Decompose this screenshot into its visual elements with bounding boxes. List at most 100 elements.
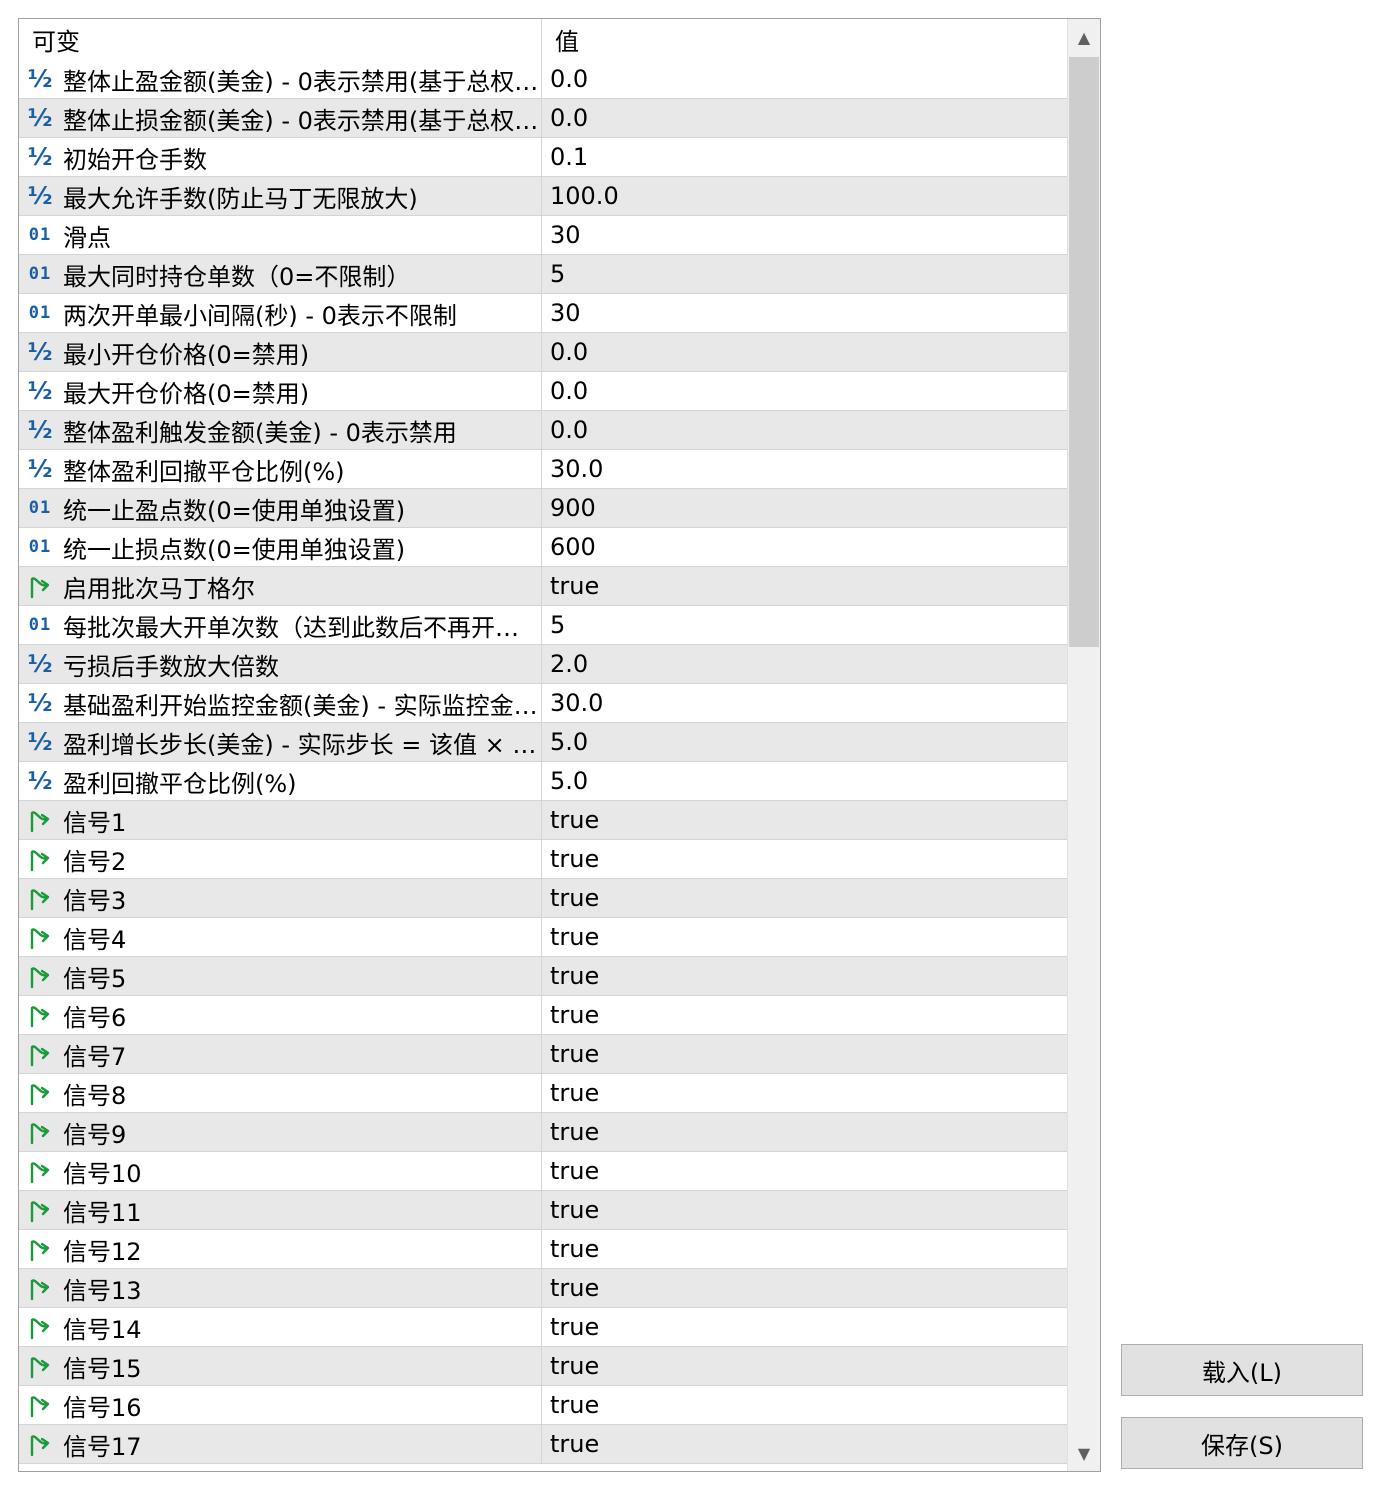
table-row[interactable]: ½ 整体止盈金额(美金) - 0表示禁用(基于总权… 0.0 [19,60,1068,99]
table-row[interactable]: 信号9 true [19,1113,1068,1152]
table-row[interactable]: 信号6 true [19,996,1068,1035]
value-cell[interactable]: true [542,1113,1068,1151]
value-cell[interactable]: 0.0 [542,411,1068,449]
variable-name: 信号1 [63,808,127,837]
table-row[interactable]: 信号2 true [19,840,1068,879]
load-button[interactable]: 载入(L) [1121,1344,1363,1396]
value-cell[interactable]: 600 [542,528,1068,566]
value-cell[interactable]: 0.0 [542,60,1068,98]
table-row[interactable]: 信号15 true [19,1347,1068,1386]
integer-type-icon: 01 [28,498,52,518]
table-row[interactable]: 01 每批次最大开单次数（达到此数后不再开… 5 [19,606,1068,645]
value-cell[interactable]: true [542,1035,1068,1073]
boolean-type-icon [23,879,57,917]
column-header-variable[interactable]: 可变 [19,19,542,60]
variable-cell: 信号1 [19,801,542,839]
table-row[interactable]: 信号11 true [19,1191,1068,1230]
column-header-value[interactable]: 值 [542,19,1068,60]
boolean-type-icon [23,1308,57,1346]
double-type-icon: ½ [27,182,53,210]
table-row[interactable]: 信号13 true [19,1269,1068,1308]
table-row[interactable]: ½ 整体止损金额(美金) - 0表示禁用(基于总权… 0.0 [19,99,1068,138]
value-cell[interactable]: true [542,879,1068,917]
table-row[interactable]: 信号17 true [19,1425,1068,1464]
value-cell[interactable]: true [542,1425,1068,1463]
table-row[interactable]: 01 统一止盈点数(0=使用单独设置) 900 [19,489,1068,528]
table-row[interactable]: 启用批次马丁格尔 true [19,567,1068,606]
variable-name: 整体止盈金额(美金) - 0表示禁用(基于总权… [63,67,539,96]
value-cell[interactable]: 5 [542,606,1068,644]
variable-name: 整体盈利触发金额(美金) - 0表示禁用 [63,418,457,447]
value-cell[interactable]: true [542,801,1068,839]
double-type-icon: ½ [27,104,53,132]
table-row[interactable]: 01 两次开单最小间隔(秒) - 0表示不限制 30 [19,294,1068,333]
value-cell[interactable]: 30.0 [542,450,1068,488]
table-row[interactable]: ½ 最小开仓价格(0=禁用) 0.0 [19,333,1068,372]
integer-type-icon: 01 [28,225,52,245]
value-cell[interactable]: true [542,1152,1068,1190]
value-cell[interactable]: true [542,840,1068,878]
value-cell[interactable]: 5.0 [542,723,1068,761]
value-cell[interactable]: 0.0 [542,99,1068,137]
value-cell[interactable]: 0.0 [542,333,1068,371]
value-cell[interactable]: 900 [542,489,1068,527]
integer-type-icon: 01 [28,615,52,635]
table-row[interactable]: 信号16 true [19,1386,1068,1425]
value-cell[interactable]: true [542,996,1068,1034]
table-row[interactable]: 信号10 true [19,1152,1068,1191]
table-row[interactable]: ½ 整体盈利触发金额(美金) - 0表示禁用 0.0 [19,411,1068,450]
value-cell[interactable]: 0.0 [542,372,1068,410]
save-button[interactable]: 保存(S) [1121,1417,1363,1469]
value-cell[interactable]: 30 [542,216,1068,254]
table-row[interactable]: 信号8 true [19,1074,1068,1113]
value-cell[interactable]: 30.0 [542,684,1068,722]
table-row[interactable]: 01 统一止损点数(0=使用单独设置) 600 [19,528,1068,567]
value-cell[interactable]: 0.1 [542,138,1068,176]
table-row[interactable]: ½ 最大允许手数(防止马丁无限放大) 100.0 [19,177,1068,216]
table-row[interactable]: 信号12 true [19,1230,1068,1269]
table-row[interactable]: ½ 盈利回撤平仓比例(%) 5.0 [19,762,1068,801]
scroll-thumb[interactable] [1069,57,1099,647]
variable-name: 统一止盈点数(0=使用单独设置) [63,496,406,525]
value-cell[interactable]: true [542,1074,1068,1112]
table-row[interactable]: 信号7 true [19,1035,1068,1074]
variable-name: 信号3 [63,886,127,915]
table-row[interactable]: 信号4 true [19,918,1068,957]
table-row[interactable]: 信号1 true [19,801,1068,840]
value-cell[interactable]: true [542,1347,1068,1385]
table-row[interactable]: 01 最大同时持仓单数（0=不限制） 5 [19,255,1068,294]
table-row[interactable]: 01 滑点 30 [19,216,1068,255]
double-type-icon: ½ [27,65,53,93]
variable-name: 信号4 [63,925,127,954]
scroll-up-arrow-icon[interactable]: ▲ [1068,19,1100,55]
table-row[interactable]: ½ 整体盈利回撤平仓比例(%) 30.0 [19,450,1068,489]
value-cell[interactable]: 30 [542,294,1068,332]
double-type-icon: ½ [27,143,53,171]
table-row[interactable]: 信号3 true [19,879,1068,918]
vertical-scrollbar[interactable]: ▲ ▼ [1067,19,1100,1471]
variable-cell: 信号4 [19,918,542,956]
value-cell[interactable]: 2.0 [542,645,1068,683]
value-cell[interactable]: true [542,1308,1068,1346]
value-cell[interactable]: true [542,1386,1068,1424]
value-cell[interactable]: true [542,918,1068,956]
table-row[interactable]: ½ 盈利增长步长(美金) - 实际步长 = 该值 × … 5.0 [19,723,1068,762]
value-cell[interactable]: true [542,1230,1068,1268]
table-row[interactable]: 信号5 true [19,957,1068,996]
value-cell[interactable]: 5.0 [542,762,1068,800]
variable-cell: 01 统一止盈点数(0=使用单独设置) [19,489,542,527]
scroll-down-arrow-icon[interactable]: ▼ [1068,1435,1100,1471]
table-row[interactable]: ½ 基础盈利开始监控金额(美金) - 实际监控金… 30.0 [19,684,1068,723]
table-row[interactable]: ½ 亏损后手数放大倍数 2.0 [19,645,1068,684]
value-cell[interactable]: true [542,957,1068,995]
table-row[interactable]: 信号14 true [19,1308,1068,1347]
table-row[interactable]: ½ 初始开仓手数 0.1 [19,138,1068,177]
value-cell[interactable]: true [542,1191,1068,1229]
value-cell[interactable]: 100.0 [542,177,1068,215]
table-row[interactable]: ½ 最大开仓价格(0=禁用) 0.0 [19,372,1068,411]
value-cell[interactable]: true [542,567,1068,605]
value-cell[interactable]: true [542,1269,1068,1307]
value-cell[interactable]: 5 [542,255,1068,293]
boolean-type-icon [23,1425,57,1463]
variable-name: 整体止损金额(美金) - 0表示禁用(基于总权… [63,106,539,135]
